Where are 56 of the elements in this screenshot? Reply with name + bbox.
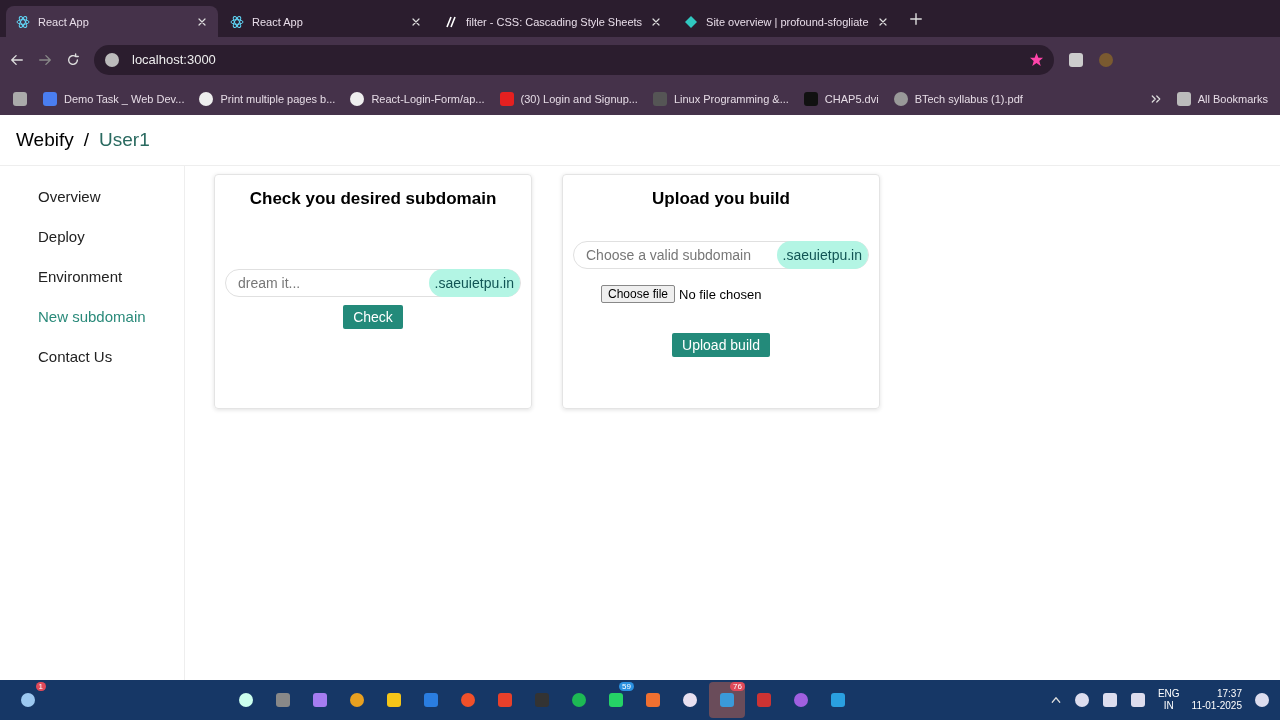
region[interactable]: IN	[1163, 700, 1174, 713]
taskbar-app[interactable]: 76	[709, 682, 745, 718]
bookmark[interactable]: Demo Task _ Web Dev...	[42, 90, 185, 107]
bookmark[interactable]: Linux Programming &...	[651, 90, 789, 107]
tab-title: React App	[38, 15, 90, 28]
bookmark[interactable]: BTech syllabus (1).pdf	[892, 90, 1023, 107]
domain-suffix: .saeuietpu.in	[428, 269, 520, 297]
notification-badge: 1	[35, 682, 46, 691]
check-button[interactable]: Check	[343, 305, 403, 329]
address-bar[interactable]: localhost:3000	[94, 44, 1054, 75]
bookmark[interactable]: (30) Login and Signup...	[498, 90, 638, 107]
atom-icon	[230, 14, 244, 29]
separator: /	[83, 129, 89, 151]
language[interactable]: ENG	[1157, 687, 1180, 700]
site-name: Webify	[16, 129, 74, 151]
slash-icon	[444, 14, 458, 29]
plus-icon[interactable]	[908, 11, 923, 26]
user-name: User1	[99, 129, 150, 151]
clock-date[interactable]: 11-01-2025	[1191, 700, 1242, 713]
atom-icon	[16, 14, 30, 29]
browser-tab[interactable]: React App	[6, 6, 218, 37]
back-icon[interactable]	[10, 52, 24, 67]
card-title: Check you desired subdomain	[249, 189, 497, 209]
choose-file-button[interactable]: Choose file	[601, 285, 676, 303]
notification-badge: 59	[619, 682, 634, 691]
tab-title: React App	[252, 15, 304, 28]
double-chevron-icon[interactable]	[1149, 92, 1162, 105]
weather-widget[interactable]: 1	[10, 682, 46, 718]
sidebar-item[interactable]: Contact Us	[38, 348, 113, 365]
sidebar-item[interactable]: New subdomain	[38, 308, 146, 325]
reload-icon[interactable]	[66, 52, 80, 67]
tab-title: filter - CSS: Cascading Style Sheets	[466, 15, 643, 28]
star-icon[interactable]	[1029, 52, 1044, 67]
sidebar-item[interactable]: Overview	[38, 188, 101, 205]
domain-suffix: .saeuietpu.in	[776, 241, 868, 269]
bookmark[interactable]: CHAP5.dvi	[802, 90, 879, 107]
subdomain-input[interactable]: Choose a valid subdomain	[584, 246, 777, 264]
file-status: No file chosen	[679, 286, 762, 302]
chevron-up-icon[interactable]	[1049, 694, 1062, 706]
notification-badge: 76	[730, 682, 745, 691]
upload-button[interactable]: Upload build	[672, 333, 770, 357]
browser-tab[interactable]: React App	[220, 6, 432, 37]
forward-icon[interactable]	[38, 52, 52, 67]
all-bookmarks[interactable]: All Bookmarks	[1175, 90, 1268, 107]
browser-tab[interactable]: filter - CSS: Cascading Style Sheets	[434, 6, 673, 37]
bookmark[interactable]: React-Login-Form/ap...	[349, 90, 485, 107]
sidebar-item[interactable]: Environment	[38, 268, 123, 285]
browser-tab[interactable]: Site overview | profound-sfogliate	[674, 6, 899, 37]
card-title: Upload you build	[652, 189, 790, 209]
sidebar-item[interactable]: Deploy	[38, 228, 85, 245]
subdomain-input[interactable]: dream it...	[236, 274, 429, 292]
clock-time[interactable]: 17:37	[1216, 687, 1242, 700]
diamond-icon	[684, 14, 699, 29]
bookmark[interactable]: Print multiple pages b...	[198, 90, 336, 107]
tab-title: Site overview | profound-sfogliate	[706, 15, 869, 28]
url-text: localhost:3000	[132, 52, 216, 67]
